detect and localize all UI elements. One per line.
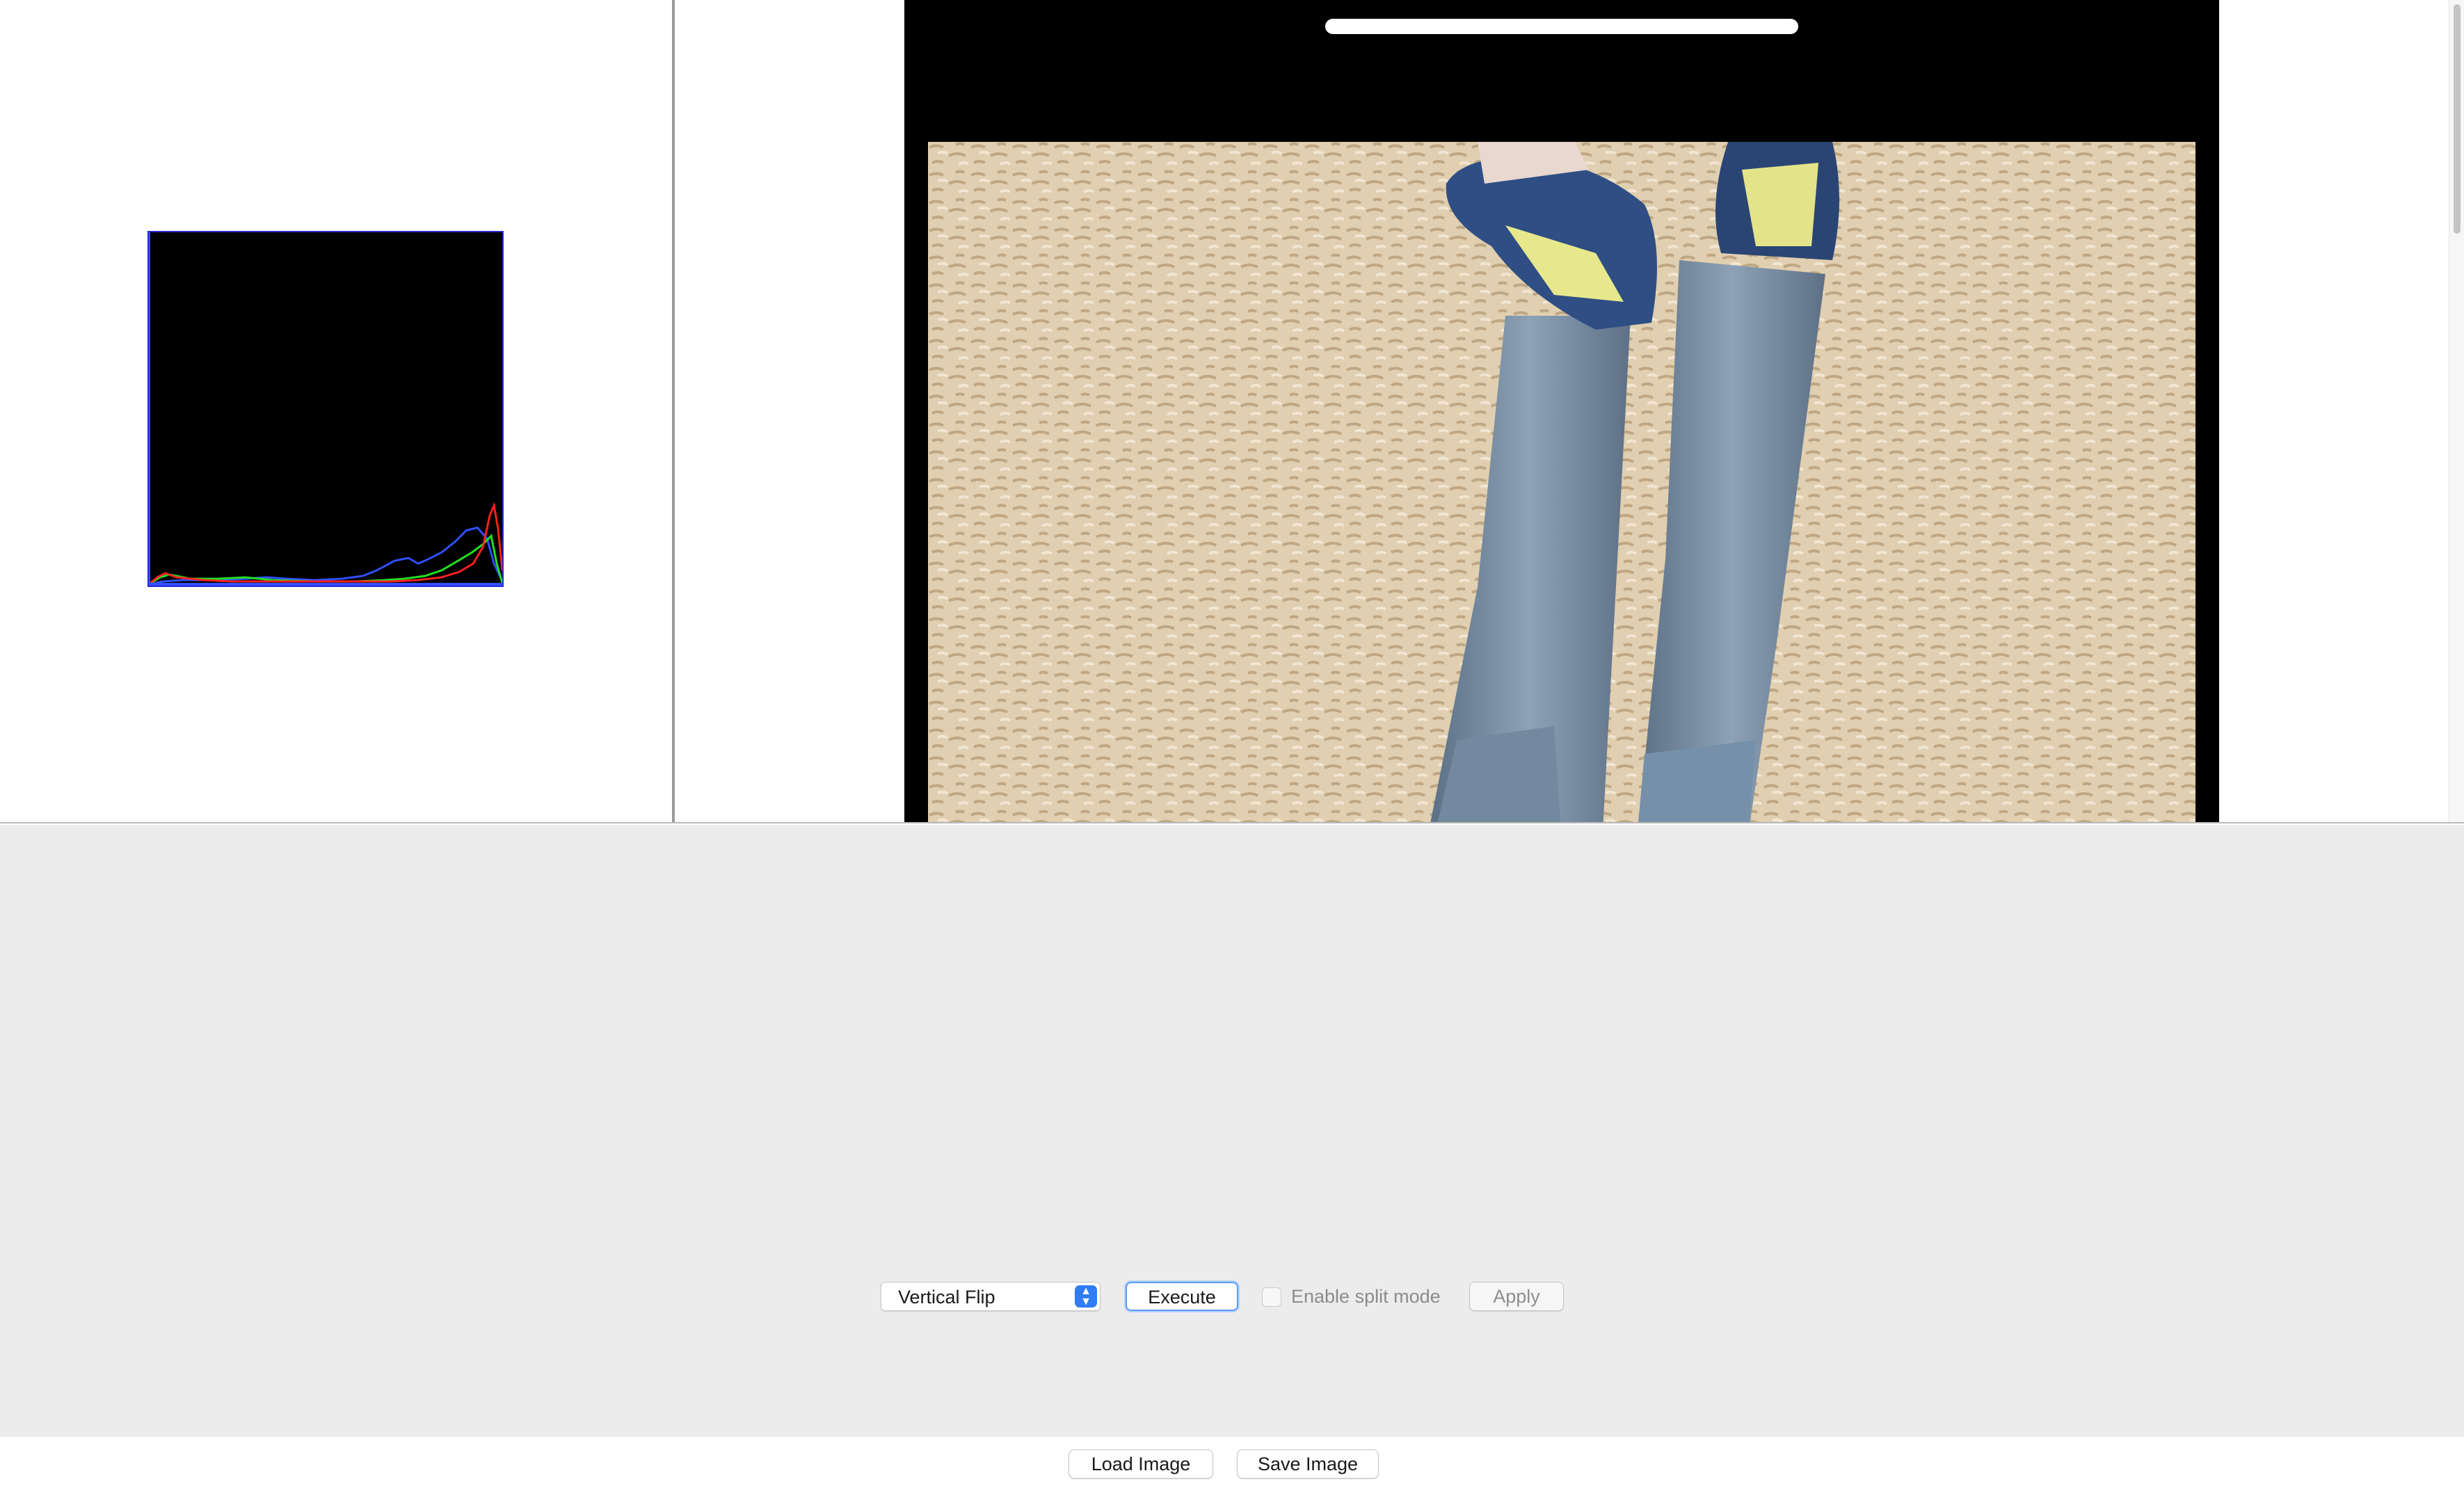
flipped-photo [928,142,2195,822]
updown-chevron-icon: ▲ ▼ [1075,1285,1097,1308]
scrollbar-thumb[interactable] [2454,4,2461,234]
image-preview-pane [675,0,2464,822]
bottom-toolbar: Load Image Save Image [0,1437,2464,1512]
save-image-button[interactable]: Save Image [1237,1449,1379,1479]
histogram-plot [149,232,502,586]
control-panel: Vertical Flip ▲ ▼ Execute Enable split mo… [0,825,2464,1437]
apply-button[interactable]: Apply [1469,1282,1564,1311]
execute-button[interactable]: Execute [1126,1282,1238,1311]
operation-select[interactable]: Vertical Flip ▲ ▼ [881,1282,1101,1311]
operation-select-value: Vertical Flip [898,1287,995,1308]
histogram-pane [0,0,672,822]
image-workspace [0,0,2464,823]
operation-toolbar: Vertical Flip ▲ ▼ Execute Enable split mo… [0,1282,2464,1314]
load-image-button[interactable]: Load Image [1069,1449,1213,1479]
split-mode-checkbox[interactable] [1262,1287,1281,1307]
image-canvas [904,0,2219,822]
vertical-scrollbar[interactable] [2449,0,2464,822]
color-histogram [147,231,504,587]
phone-home-indicator [1325,19,1798,34]
split-mode-label: Enable split mode [1291,1286,1441,1307]
app-window: Vertical Flip ▲ ▼ Execute Enable split mo… [0,0,2464,1512]
